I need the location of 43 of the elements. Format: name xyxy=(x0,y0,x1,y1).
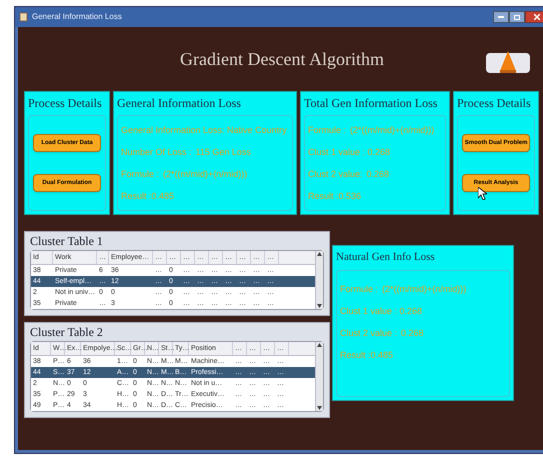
result-value: (2*((m/mid)+(n/mid))) xyxy=(350,124,434,136)
result-label: Result :0.485 xyxy=(121,190,174,202)
table-title: Cluster Table 1 xyxy=(30,233,104,250)
panel-title: Total Gen Information Loss xyxy=(304,95,438,111)
app-icon xyxy=(19,12,28,22)
result-label: Result :0.536 xyxy=(308,190,362,202)
scrollbar[interactable] xyxy=(315,251,323,309)
panel-title: General Information Loss xyxy=(117,95,242,111)
result-label: Clust 1 value : 0.268 xyxy=(340,304,422,316)
close-button[interactable] xyxy=(525,11,543,23)
close-icon xyxy=(534,14,540,20)
scroll-up-icon[interactable] xyxy=(317,252,322,256)
panel-title: Process Details xyxy=(28,95,103,111)
result-label: Clust 1 value : 0.268 xyxy=(308,146,390,158)
result-label: General Information Loss: Native Country xyxy=(121,124,287,136)
cone-button[interactable] xyxy=(486,53,530,73)
result-label: Formule : xyxy=(121,168,160,180)
result-label: Formule : xyxy=(308,124,346,136)
minimize-button[interactable] xyxy=(493,11,509,23)
result-label: Clust 2 value: xyxy=(308,168,363,180)
maximize-button[interactable] xyxy=(509,11,525,23)
table-title: Cluster Table 2 xyxy=(30,324,104,341)
result-label: Clust 2 value : xyxy=(340,326,398,338)
window-title: General Information Loss xyxy=(32,11,122,23)
result-label: Formule : xyxy=(340,282,378,294)
panel-title: Natural Gen Info Loss xyxy=(336,250,436,265)
scroll-down-icon[interactable] xyxy=(317,304,322,308)
result-label: Number Of Loss : xyxy=(121,146,192,158)
result-value: 115 Gen Loss xyxy=(196,146,251,158)
result-label: Result :0.485 xyxy=(340,348,394,360)
panel-title: Process Details xyxy=(457,95,532,111)
result-value: (2*((m/mid)+(n/mid))) xyxy=(382,282,466,294)
result-value: 0.268 xyxy=(401,326,424,338)
scroll-up-icon[interactable] xyxy=(317,343,322,347)
result-value: (2*((m/mid)+(n/mid))) xyxy=(163,168,248,180)
cone-icon xyxy=(499,51,517,73)
scrollbar[interactable] xyxy=(315,342,323,411)
app-heading: Gradient Descent Algorithm xyxy=(179,48,385,71)
scroll-down-icon[interactable] xyxy=(317,406,322,410)
result-value: 0.268 xyxy=(366,168,390,180)
maximize-icon xyxy=(514,14,520,20)
cursor-icon xyxy=(478,187,487,200)
minimize-icon xyxy=(498,16,504,18)
